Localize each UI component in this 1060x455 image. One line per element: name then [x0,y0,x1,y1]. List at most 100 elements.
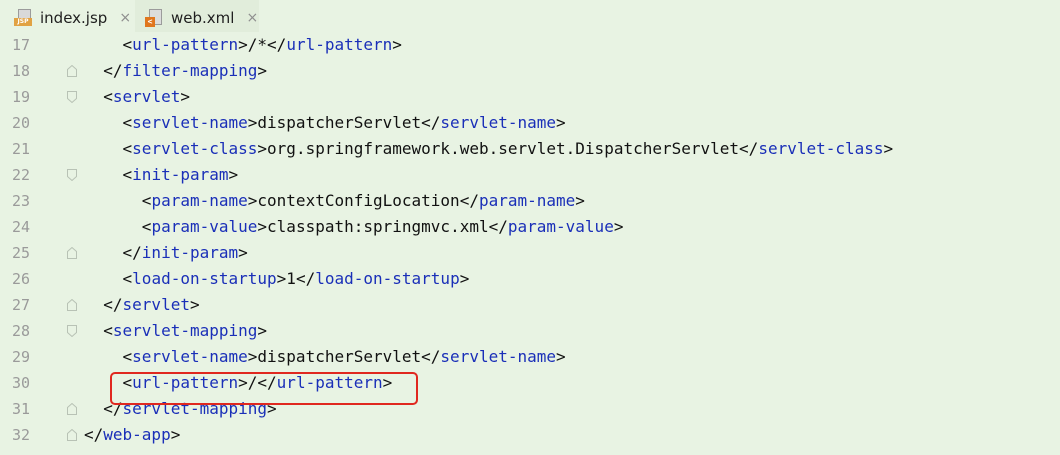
code-token: >/*</ [238,35,287,54]
code-line[interactable]: 29 <servlet-name>dispatcherServlet</serv… [0,344,1060,370]
code-line[interactable]: 30 <url-pattern>/</url-pattern> [0,370,1060,396]
line-number: 19 [11,88,30,106]
code-token: > [257,321,268,340]
code-text: <param-value>classpath:springmvc.xml</pa… [84,214,624,240]
xml-tag-name: url-pattern [286,35,393,54]
code-token: </ [103,61,123,80]
tab-label: web.xml [171,9,235,27]
code-token: > [556,347,566,366]
code-text: </init-param> [84,240,248,266]
line-number: 28 [11,322,30,340]
code-token: >contextConfigLocation</ [247,191,479,210]
line-number: 32 [11,426,30,444]
code-token: >dispatcherServlet</ [247,113,441,132]
code-text: <servlet-name>dispatcherServlet</servlet… [84,110,566,136]
code-text: <servlet> [84,84,190,110]
line-number: 20 [11,114,30,132]
tab-index-jsp[interactable]: JSP index.jsp × [0,0,135,36]
close-icon[interactable]: × [119,11,131,25]
code-token: </ [103,399,123,418]
code-text: </servlet-mapping> [84,396,277,422]
fold-start-icon[interactable] [67,325,77,337]
line-number: 29 [11,348,30,366]
xml-tag-name: url-pattern [276,373,383,392]
editor-tab-bar: JSP index.jsp × < web.xml × [0,0,1060,37]
xml-tag-name: param-name [151,191,248,210]
code-token: </ [84,425,104,444]
code-line[interactable]: 25 </init-param> [0,240,1060,266]
code-line[interactable]: 31 </servlet-mapping> [0,396,1060,422]
code-line[interactable]: 22 <init-param> [0,162,1060,188]
code-text: <servlet-mapping> [84,318,267,344]
code-token: > [392,35,402,54]
code-text: <url-pattern>/*</url-pattern> [84,32,402,58]
code-token: </ [122,243,142,262]
code-token: </ [103,295,123,314]
ide-window: JSP index.jsp × < web.xml × 17 <url-patt… [0,0,1060,455]
xml-tag-name: filter-mapping [122,61,258,80]
code-token: < [122,113,133,132]
xml-tag-name: servlet-class [132,139,258,158]
fold-end-icon[interactable] [67,299,77,311]
fold-start-icon[interactable] [67,169,77,181]
line-number: 30 [11,374,30,392]
fold-end-icon[interactable] [67,429,77,441]
code-line[interactable]: 32 </web-app> [0,422,1060,448]
code-token: >/</ [238,373,277,392]
fold-end-icon[interactable] [67,247,77,259]
fold-end-icon[interactable] [67,403,77,415]
code-token: > [267,399,277,418]
xml-tag-name: load-on-startup [315,269,460,288]
code-line[interactable]: 23 <param-name>contextConfigLocation</pa… [0,188,1060,214]
code-text: <url-pattern>/</url-pattern> [84,370,393,396]
code-line[interactable]: 28 <servlet-mapping> [0,318,1060,344]
line-number: 25 [11,244,30,262]
line-number: 17 [11,36,30,54]
code-text: <servlet-name>dispatcherServlet</servlet… [84,344,566,370]
xml-tag-name: servlet [112,87,181,106]
code-editor[interactable]: 17 <url-pattern>/*</url-pattern> 18 </fil… [0,32,1060,455]
fold-end-icon[interactable] [67,65,77,77]
xml-tag-name: param-value [151,217,258,236]
close-icon[interactable]: × [246,11,258,25]
code-token: < [122,139,133,158]
code-token: < [122,35,133,54]
code-text: <load-on-startup>1</load-on-startup> [84,266,470,292]
code-token: > [556,113,566,132]
jsp-file-icon: JSP [14,9,32,27]
code-token: < [122,269,133,288]
code-token: > [180,87,190,106]
code-line[interactable]: 17 <url-pattern>/*</url-pattern> [0,32,1060,58]
xml-tag-name: web-app [103,425,171,444]
line-number: 24 [11,218,30,236]
code-line[interactable]: 27 </servlet> [0,292,1060,318]
xml-tag-name: param-name [478,191,576,210]
code-line[interactable]: 19 <servlet> [0,84,1060,110]
code-token: > [883,139,894,158]
line-number: 27 [11,296,30,314]
code-token: < [141,191,152,210]
code-line[interactable]: 21 <servlet-class>org.springframework.we… [0,136,1060,162]
code-line[interactable]: 18 </filter-mapping> [0,58,1060,84]
xml-tag-name: servlet-name [132,113,248,132]
code-line[interactable]: 26 <load-on-startup>1</load-on-startup> [0,266,1060,292]
code-token: > [238,243,248,262]
xml-tag-name: param-value [507,217,614,236]
code-text: <param-name>contextConfigLocation</param… [84,188,585,214]
code-text: </servlet> [84,292,199,318]
code-token: > [575,191,585,210]
code-line[interactable]: 24 <param-value>classpath:springmvc.xml<… [0,214,1060,240]
xml-tag-name: url-pattern [132,35,239,54]
code-token: > [459,269,470,288]
fold-start-icon[interactable] [67,91,77,103]
tab-web-xml[interactable]: < web.xml × [135,0,259,37]
line-number: 18 [11,62,30,80]
code-text: </web-app> [84,422,180,448]
line-number: 22 [11,166,30,184]
xml-tag-name: servlet [122,295,190,314]
line-number: 21 [11,140,30,158]
code-token: > [228,165,239,184]
xml-tag-name: servlet-name [440,113,557,132]
xml-tag-name: init-param [141,243,239,262]
code-line[interactable]: 20 <servlet-name>dispatcherServlet</serv… [0,110,1060,136]
